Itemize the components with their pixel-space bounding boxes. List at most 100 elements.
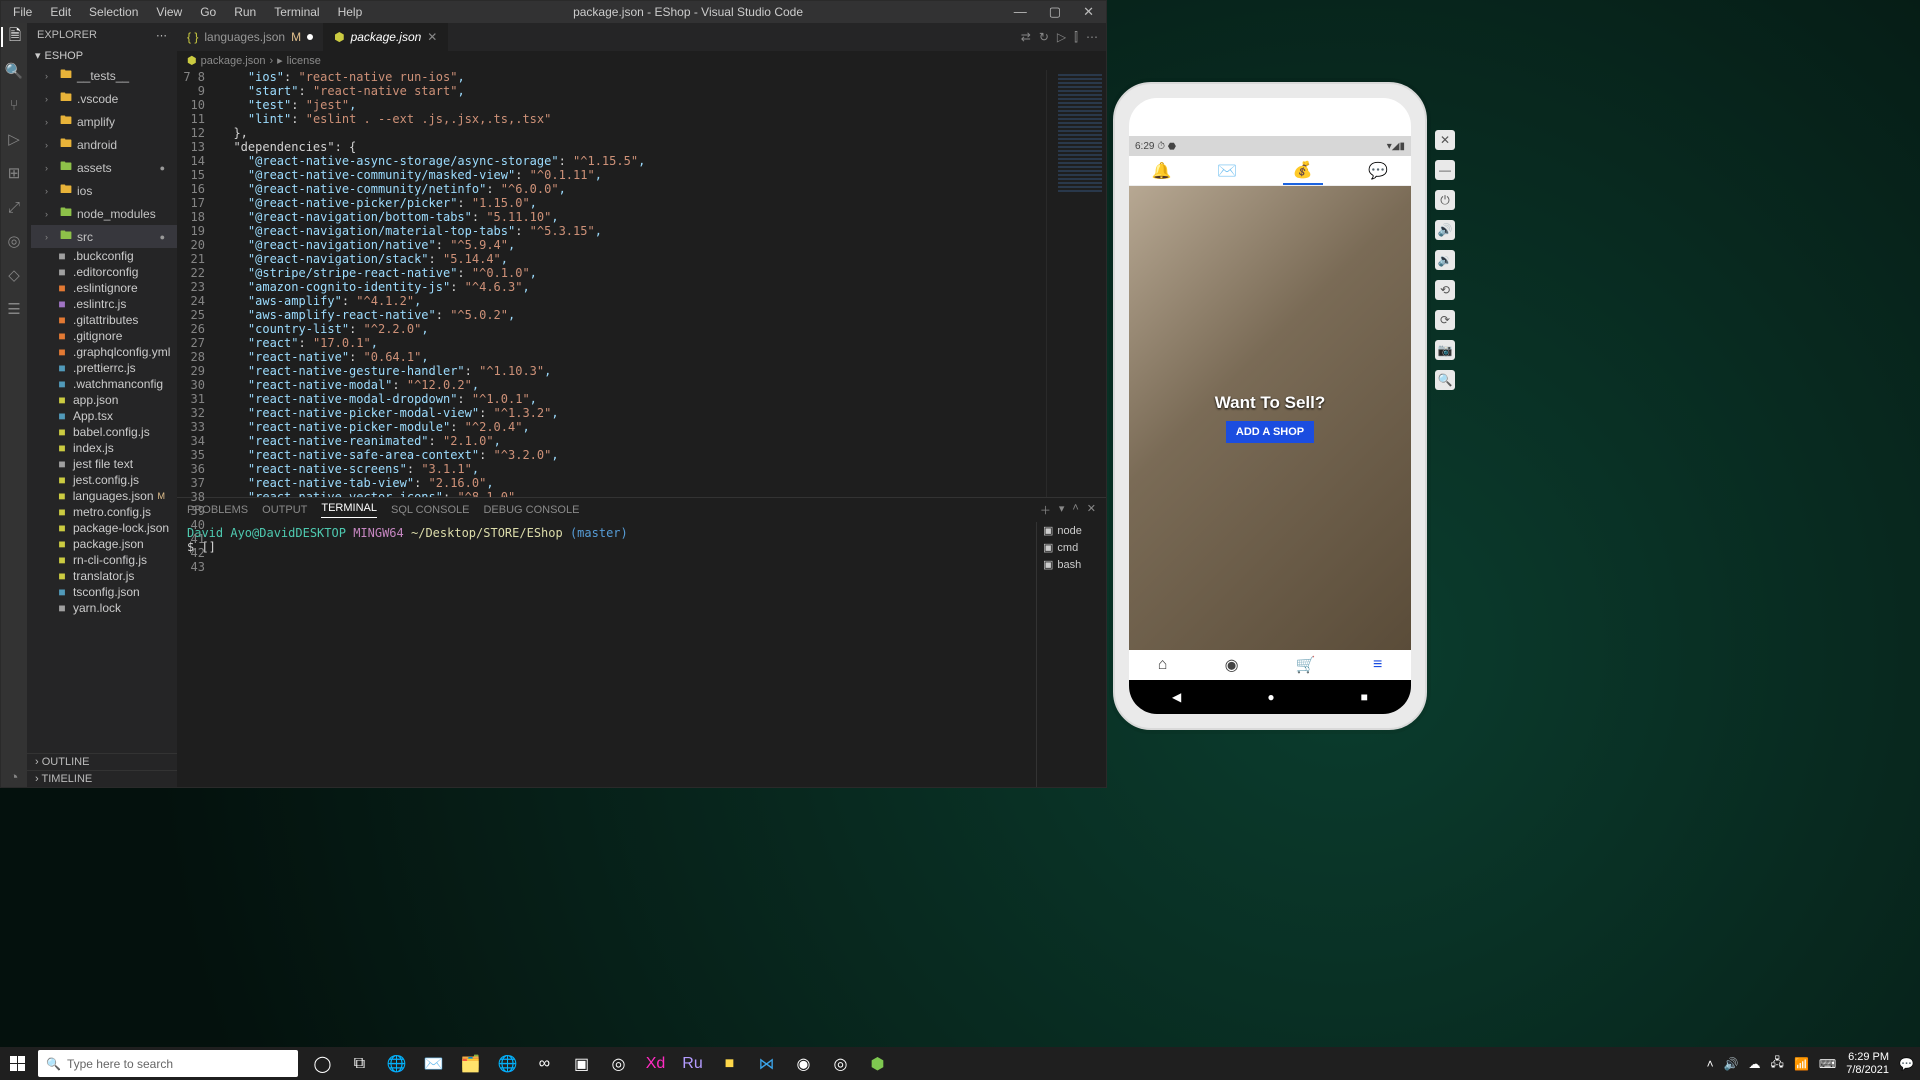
file-.gitignore[interactable]: ■.gitignore bbox=[31, 328, 177, 344]
tab-mail-icon[interactable]: ✉️ bbox=[1217, 161, 1237, 181]
panel-tab-sql-console[interactable]: SQL CONSOLE bbox=[391, 504, 469, 516]
file-languages.json[interactable]: ■languages.jsonM bbox=[31, 488, 177, 504]
tab-close-icon[interactable]: ✕ bbox=[427, 30, 437, 44]
file-tsconfig.json[interactable]: ■tsconfig.json bbox=[31, 584, 177, 600]
android-home-icon[interactable]: ● bbox=[1267, 690, 1274, 704]
tab-languages-json[interactable]: { } languages.json M bbox=[177, 23, 324, 51]
tray-vol-icon[interactable]: 🔊 bbox=[1724, 1057, 1739, 1071]
file-jest.config.js[interactable]: ■jest.config.js bbox=[31, 472, 177, 488]
emu-camera-icon[interactable]: 📷 bbox=[1435, 340, 1455, 360]
file-App.tsx[interactable]: ■App.tsx bbox=[31, 408, 177, 424]
folder-ios[interactable]: ›🖿ios bbox=[31, 179, 177, 202]
run-icon[interactable]: ▷ bbox=[1057, 30, 1066, 45]
file-jest file text[interactable]: ■jest file text bbox=[31, 456, 177, 472]
taskbar-search[interactable]: 🔍 Type here to search bbox=[38, 1050, 298, 1077]
start-button[interactable] bbox=[0, 1047, 34, 1080]
folder-android[interactable]: ›🖿android bbox=[31, 133, 177, 156]
folder-__tests__[interactable]: ›🖿__tests__ bbox=[31, 64, 177, 87]
menu-file[interactable]: File bbox=[5, 3, 40, 21]
new-terminal-icon[interactable]: ＋ bbox=[1040, 502, 1051, 518]
profile-icon[interactable]: ◉ bbox=[1225, 655, 1239, 675]
project-header[interactable]: ▾ ESHOP bbox=[27, 47, 177, 64]
menu-selection[interactable]: Selection bbox=[81, 3, 146, 21]
app3-icon[interactable]: ◎ bbox=[824, 1050, 857, 1078]
search-icon[interactable]: 🔍 bbox=[4, 61, 24, 81]
close-panel-icon[interactable]: ✕ bbox=[1087, 502, 1096, 518]
folder-src[interactable]: ›🖿src● bbox=[31, 225, 177, 248]
edge-icon[interactable]: 🌐 bbox=[491, 1050, 524, 1078]
panel-tab-terminal[interactable]: TERMINAL bbox=[321, 502, 377, 518]
terminal[interactable]: David Ayo@DavidDESKTOP MINGW64 ~/Desktop… bbox=[177, 522, 1036, 787]
menu-run[interactable]: Run bbox=[226, 3, 264, 21]
ru-icon[interactable]: Ru bbox=[676, 1050, 709, 1078]
run-debug-icon[interactable]: ▷ bbox=[4, 129, 24, 149]
menu-terminal[interactable]: Terminal bbox=[266, 3, 327, 21]
emu-min-icon[interactable]: — bbox=[1435, 160, 1455, 180]
file-index.js[interactable]: ■index.js bbox=[31, 440, 177, 456]
file-yarn.lock[interactable]: ■yarn.lock bbox=[31, 600, 177, 616]
file-.gitattributes[interactable]: ■.gitattributes bbox=[31, 312, 177, 328]
note-icon[interactable]: ■ bbox=[713, 1050, 746, 1078]
file-.eslintignore[interactable]: ■.eslintignore bbox=[31, 280, 177, 296]
emu-voldown-icon[interactable]: 🔉 bbox=[1435, 250, 1455, 270]
close-icon[interactable]: ✕ bbox=[1075, 2, 1102, 22]
file-.editorconfig[interactable]: ■.editorconfig bbox=[31, 264, 177, 280]
account-icon[interactable]: ◔ bbox=[4, 767, 24, 787]
outline-section[interactable]: › OUTLINE bbox=[27, 753, 177, 770]
dropdown-icon[interactable]: ▾ bbox=[1059, 502, 1065, 518]
file-.graphqlconfig.yml[interactable]: ■.graphqlconfig.yml bbox=[31, 344, 177, 360]
emu-power-icon[interactable]: ⏻ bbox=[1435, 190, 1455, 210]
emu-rotate-left-icon[interactable]: ⟲ bbox=[1435, 280, 1455, 300]
tab-chat-icon[interactable]: 💬 bbox=[1368, 161, 1388, 181]
add-shop-button[interactable]: ADD A SHOP bbox=[1226, 421, 1314, 443]
menu-view[interactable]: View bbox=[148, 3, 190, 21]
timeline-section[interactable]: › TIMELINE bbox=[27, 770, 177, 787]
file-.buckconfig[interactable]: ■.buckconfig bbox=[31, 248, 177, 264]
explorer-icon[interactable]: 🗎 bbox=[1, 27, 27, 47]
android-back-icon[interactable]: ◀ bbox=[1172, 690, 1181, 704]
file-babel.config.js[interactable]: ■babel.config.js bbox=[31, 424, 177, 440]
maximize-icon[interactable]: ▢ bbox=[1041, 2, 1069, 22]
notifications-icon[interactable]: 💬 bbox=[1899, 1057, 1914, 1071]
folder-amplify[interactable]: ›🖿amplify bbox=[31, 110, 177, 133]
emu-rotate-right-icon[interactable]: ⟳ bbox=[1435, 310, 1455, 330]
breadcrumb[interactable]: ⬢ package.json › ▸ license bbox=[177, 51, 1106, 70]
remote-icon[interactable]: ⤢ bbox=[4, 197, 24, 217]
file-metro.config.js[interactable]: ■metro.config.js bbox=[31, 504, 177, 520]
file-package-lock.json[interactable]: ■package-lock.json bbox=[31, 520, 177, 536]
home-icon[interactable]: ⌂ bbox=[1158, 656, 1168, 674]
folder-assets[interactable]: ›🖿assets● bbox=[31, 156, 177, 179]
minimize-icon[interactable]: — bbox=[1006, 2, 1035, 22]
app2-icon[interactable]: ◉ bbox=[787, 1050, 820, 1078]
menu-edit[interactable]: Edit bbox=[42, 3, 79, 21]
minimap[interactable] bbox=[1046, 70, 1106, 497]
source-control-icon[interactable]: ⑂ bbox=[4, 95, 24, 115]
file-translator.js[interactable]: ■translator.js bbox=[31, 568, 177, 584]
more-icon[interactable]: ⋯ bbox=[156, 29, 167, 42]
refresh-icon[interactable]: ↻ bbox=[1039, 30, 1049, 45]
tray-cloud-icon[interactable]: ☁ bbox=[1749, 1057, 1761, 1071]
panel-tab-debug-console[interactable]: DEBUG CONSOLE bbox=[483, 504, 579, 516]
file-rn-cli-config.js[interactable]: ■rn-cli-config.js bbox=[31, 552, 177, 568]
cortana-icon[interactable]: ◯ bbox=[306, 1050, 339, 1078]
shell-cmd[interactable]: ▣cmd bbox=[1037, 539, 1106, 556]
file-.watchmanconfig[interactable]: ■.watchmanconfig bbox=[31, 376, 177, 392]
vscode-icon[interactable]: ⋈ bbox=[750, 1050, 783, 1078]
split-icon[interactable]: ⫿ bbox=[1074, 30, 1078, 45]
tray-wifi-icon[interactable]: 📶 bbox=[1794, 1057, 1809, 1071]
chrome-icon[interactable]: ◎ bbox=[602, 1050, 635, 1078]
bookmark-icon[interactable]: ☰ bbox=[4, 299, 24, 319]
taskview-icon[interactable]: ⧉ bbox=[343, 1050, 376, 1078]
emu-zoom-icon[interactable]: 🔍 bbox=[1435, 370, 1455, 390]
cmd-icon[interactable]: ▣ bbox=[565, 1050, 598, 1078]
vs-icon[interactable]: ∞ bbox=[528, 1050, 561, 1078]
folder-node_modules[interactable]: ›🖿node_modules bbox=[31, 202, 177, 225]
tray-up-icon[interactable]: ˄ bbox=[1707, 1057, 1714, 1071]
shell-node[interactable]: ▣node bbox=[1037, 522, 1106, 539]
app1-icon[interactable]: 🌐 bbox=[380, 1050, 413, 1078]
folder-.vscode[interactable]: ›🖿.vscode bbox=[31, 87, 177, 110]
app4-icon[interactable]: ⬢ bbox=[861, 1050, 894, 1078]
file-.prettierrc.js[interactable]: ■.prettierrc.js bbox=[31, 360, 177, 376]
panel-tab-output[interactable]: OUTPUT bbox=[262, 504, 307, 516]
compare-icon[interactable]: ⇄ bbox=[1021, 30, 1031, 45]
